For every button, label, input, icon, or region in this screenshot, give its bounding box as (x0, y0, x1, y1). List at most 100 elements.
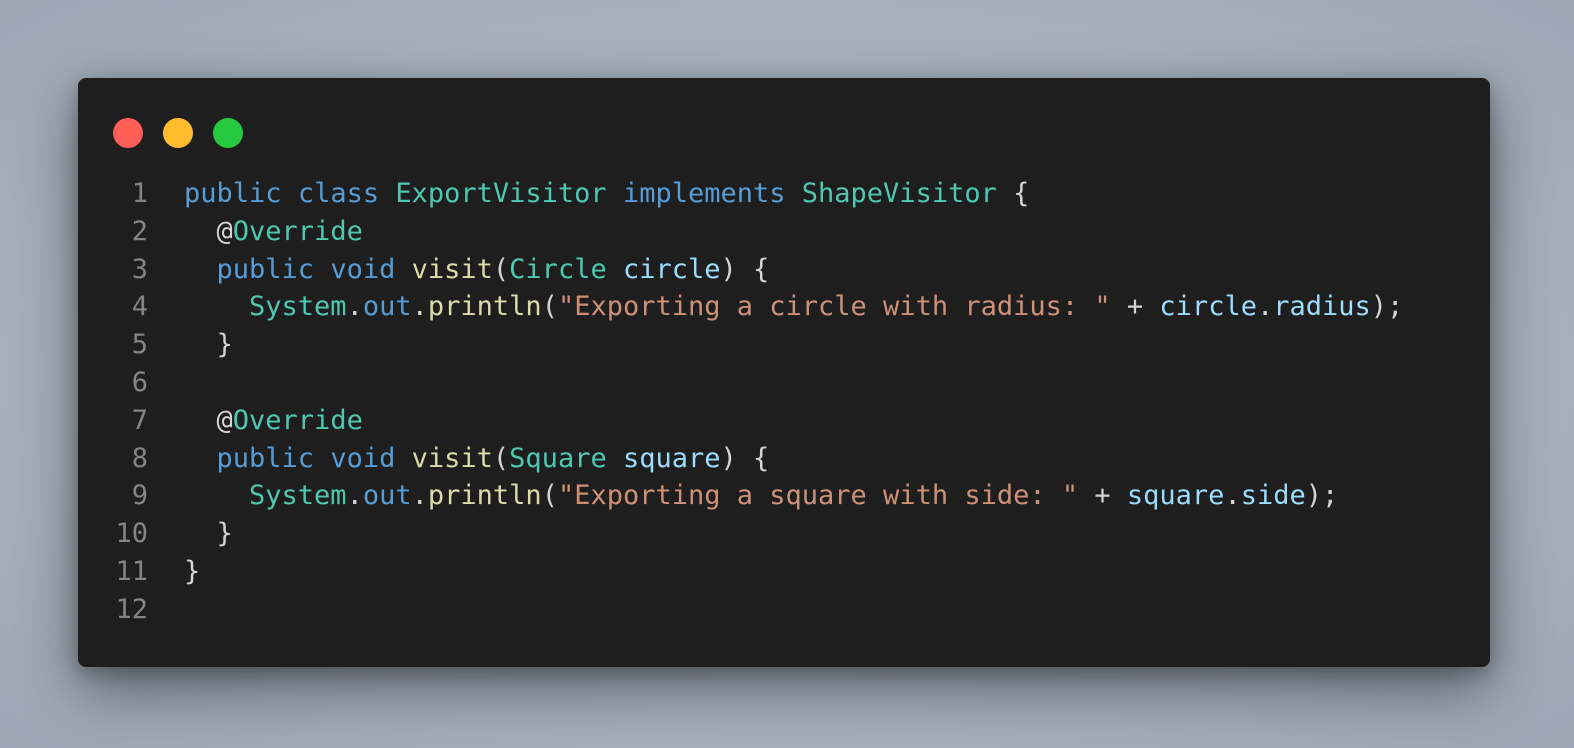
code-token-type: Square (509, 442, 607, 474)
code-window: 1 public class ExportVisitor implements S… (78, 78, 1490, 667)
code-token-plain: ( (541, 291, 558, 323)
code-line: 10 } (78, 515, 1490, 553)
code-token-string: "Exporting a circle with radius: " (557, 291, 1111, 323)
line-number: 7 (131, 404, 148, 436)
minimize-dot-icon[interactable] (163, 118, 193, 148)
code-token-variable: circle (622, 253, 721, 285)
code-text: public void visit(Square square) { (148, 440, 770, 478)
line-number: 12 (115, 593, 148, 625)
code-token-plain: + (1110, 291, 1160, 323)
line-number: 5 (131, 329, 148, 361)
code-token-plain: + (1078, 480, 1127, 512)
code-line: 1 public class ExportVisitor implements S… (78, 175, 1490, 213)
code-token-plain: . (1224, 480, 1241, 512)
code-line: 4 System.out.println("Exporting a circle… (78, 288, 1490, 326)
code-token-keyword: void (330, 442, 396, 474)
code-token-plain: ); (1305, 480, 1339, 512)
code-text: public class ExportVisitor implements Sh… (148, 175, 1029, 213)
code-token-plain: } (184, 518, 233, 550)
code-token-plain: @ (184, 215, 233, 247)
line-number: 8 (131, 442, 148, 474)
code-token-plain: ); (1370, 291, 1404, 323)
code-token-plain: . (346, 291, 363, 323)
code-token-plain: { (996, 178, 1030, 209)
code-token-function: println (427, 480, 542, 512)
code-token-plain: } (184, 329, 233, 361)
code-token-type: Override (232, 215, 363, 247)
line-number: 3 (131, 253, 148, 285)
code-token-type: ExportVisitor (395, 178, 607, 209)
code-token-type: Override (232, 404, 363, 436)
code-token-plain: ) { (720, 253, 770, 285)
code-token-variable: square (622, 442, 721, 474)
code-line: 12 (78, 591, 1490, 629)
line-number: 9 (131, 480, 148, 512)
code-token-keyword: void (330, 253, 396, 285)
line-number: 4 (131, 291, 148, 323)
code-token-type: System (249, 480, 347, 512)
code-token-variable: radius (1273, 291, 1371, 323)
code-token-plain: ( (492, 253, 510, 285)
maximize-dot-icon[interactable] (213, 118, 243, 148)
code-line: 7 @Override (78, 402, 1490, 440)
code-token-type: Circle (509, 253, 607, 285)
code-line: 3 public void visit(Circle circle) { (78, 251, 1490, 289)
code-token-variable: circle (1159, 291, 1257, 323)
code-text: } (148, 515, 233, 553)
code-line: 9 System.out.println("Exporting a square… (78, 477, 1490, 515)
code-text: System.out.println("Exporting a square w… (148, 477, 1338, 515)
code-token-plain: @ (184, 404, 233, 436)
code-text: System.out.println("Exporting a circle w… (148, 288, 1403, 326)
line-number: 11 (115, 555, 148, 587)
code-token-plain: . (411, 291, 428, 323)
code-token-variable: side (1240, 480, 1306, 512)
code-token-function: println (427, 291, 542, 323)
code-line: 8 public void visit(Square square) { (78, 440, 1490, 478)
code-text: @Override (148, 213, 363, 251)
code-text: @Override (148, 402, 363, 440)
code-token-keyword: implements (622, 178, 786, 209)
code-token-plain: ) { (720, 442, 770, 474)
code-text: public void visit(Circle circle) { (148, 251, 770, 289)
code-token-keyword: public (216, 442, 315, 474)
code-token-variable: square (1126, 480, 1225, 512)
code-token-keyword: out (362, 291, 412, 323)
code-line: 5 } (78, 326, 1490, 364)
close-dot-icon[interactable] (113, 118, 143, 148)
code-token-function: visit (411, 442, 493, 474)
code-editor[interactable]: 1 public class ExportVisitor implements S… (78, 175, 1490, 629)
line-number: 6 (131, 366, 148, 398)
code-token-plain: ( (492, 442, 510, 474)
code-token-plain: . (1256, 291, 1274, 323)
code-token-keyword: public (216, 253, 315, 285)
code-token-function: visit (411, 253, 493, 285)
code-token-plain: . (411, 480, 428, 512)
code-token-plain: ( (541, 480, 558, 512)
code-line: 11} (78, 553, 1490, 591)
code-line: 2 @Override (78, 213, 1490, 251)
code-token-keyword: class (297, 178, 380, 209)
window-controls (113, 118, 243, 148)
code-token-type: System (249, 291, 347, 323)
code-token-plain: } (184, 555, 201, 587)
code-text: } (148, 553, 200, 591)
code-token-keyword: public (184, 178, 282, 209)
code-token-type: ShapeVisitor (801, 178, 997, 209)
line-number: 10 (115, 518, 148, 550)
